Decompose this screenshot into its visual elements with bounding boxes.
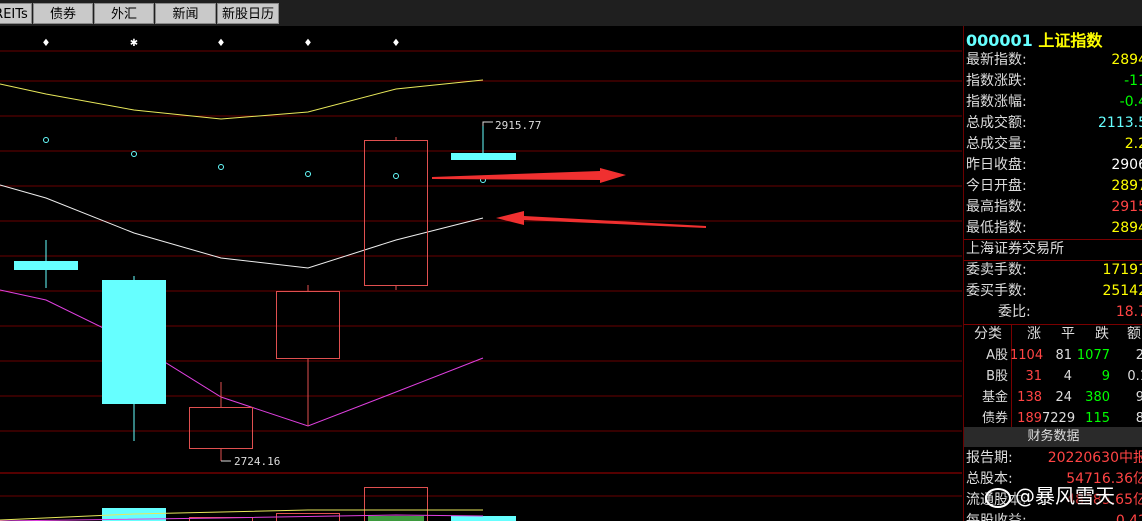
index-name: 上证指数 [1038, 31, 1103, 50]
table-header: 分类 [974, 326, 1002, 342]
candle [189, 382, 253, 461]
tab-forex[interactable]: 外汇 [94, 3, 154, 24]
weibo-watermark: @暴风雪天 [985, 480, 1115, 509]
sar-dots [43, 137, 486, 183]
quote-row: 总成交量:2.2 [966, 136, 1142, 152]
order-row: 委比:18.7 [998, 304, 1142, 320]
high-price-label: 2915.77 [495, 119, 541, 132]
quote-row: 今日开盘:2897 [966, 178, 1142, 194]
table-row: B股 31 4 9 0.1 [986, 369, 1142, 384]
tab-ipo-calendar[interactable]: 新股日历 [217, 3, 279, 24]
tab-bonds[interactable]: 债券 [33, 3, 93, 24]
quote-row: 指数涨幅:-0.4 [966, 94, 1142, 110]
quote-row: 总成交额:2113.5 [966, 115, 1142, 131]
annotation-arrow-left [496, 211, 706, 228]
quote-row: 指数涨跌:-11 [966, 73, 1142, 89]
quote-row: 最低指数:2894 [966, 220, 1142, 236]
table-header: 跌 [1095, 326, 1109, 342]
candle [14, 240, 78, 288]
table-header: 平 [1061, 326, 1075, 342]
breadth-table: 分类 涨 平 跌 额 A股 1104 81 1077 2 B股 31 4 9 0… [964, 324, 1142, 428]
index-title: 000001 上证指数 [966, 27, 1102, 51]
quote-row: 最新指数:2894 [966, 52, 1142, 68]
event-marker: ♦ [392, 38, 401, 49]
event-marker: ♦ [304, 38, 313, 49]
finance-row: 每股收益:0.42 [966, 513, 1142, 521]
top-tab-bar: REITs 债券 外汇 新闻 新股日历 [0, 0, 1142, 26]
order-row: 委买手数:25142 [966, 283, 1142, 299]
quote-row: 昨日收盘:2906 [966, 157, 1142, 173]
tab-reits[interactable]: REITs [0, 3, 32, 24]
chart-grid [0, 50, 962, 497]
lower-band-line [0, 289, 484, 427]
event-markers: ♦ ✱ ♦ ♦ ♦ [42, 38, 401, 49]
finance-data-header[interactable]: 财务数据 [964, 427, 1142, 447]
volume-subpanel [0, 487, 516, 521]
table-header: 额 [1127, 326, 1141, 342]
table-row: 债券 189 7229 115 8 [981, 411, 1142, 426]
tab-news[interactable]: 新闻 [155, 3, 216, 24]
candle [364, 137, 428, 290]
table-row: 基金 138 24 380 9 [981, 390, 1142, 405]
quote-panel: 000001 上证指数 最新指数:2894 指数涨跌:-11 指数涨幅:-0.4… [963, 26, 1142, 521]
finance-row: 报告期: 20220630中报 [966, 450, 1142, 466]
index-code: 000001 [966, 31, 1033, 50]
low-price-label: 2724.16 [234, 455, 280, 468]
candlestick-chart[interactable]: ♦ ✱ ♦ ♦ ♦ 2915.77 2724.16 [0, 26, 962, 521]
upper-band-line [0, 79, 484, 120]
table-row: A股 1104 81 1077 2 [986, 348, 1142, 363]
annotation-arrow-right [432, 168, 626, 183]
table-header: 涨 [1027, 326, 1041, 342]
weibo-icon [985, 487, 1011, 508]
quote-row: 最高指数:2915 [966, 199, 1142, 215]
event-marker: ♦ [217, 38, 226, 49]
event-marker: ✱ [130, 38, 138, 49]
exchange-name: 上海证券交易所 [966, 241, 1064, 257]
event-marker: ♦ [42, 38, 51, 49]
order-row: 委卖手数:17191 [966, 262, 1142, 278]
candle [102, 276, 166, 441]
candle [276, 285, 340, 426]
